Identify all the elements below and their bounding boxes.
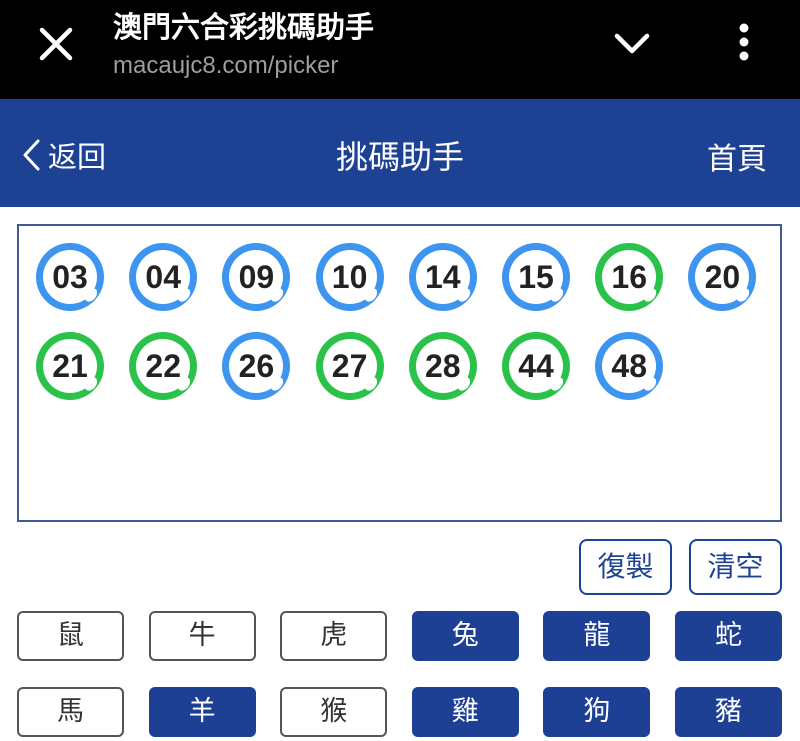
zodiac-button[interactable]: 雞 [411, 687, 519, 737]
zodiac-button[interactable]: 鼠 [17, 611, 124, 661]
number-ball[interactable]: 03 [36, 243, 104, 311]
number-ball[interactable]: 16 [595, 243, 664, 311]
number-ball[interactable]: 10 [315, 243, 384, 311]
number-ball[interactable]: 21 [36, 332, 104, 400]
more-options-icon[interactable] [724, 18, 764, 68]
zodiac-button[interactable]: 馬 [17, 687, 124, 737]
number-ball[interactable]: 14 [408, 243, 477, 311]
home-link[interactable]: 首頁 [707, 134, 767, 178]
picked-numbers-panel: 03 04 09 10 14 15 16 20 21 22 26 27 28 44 48 [17, 224, 782, 522]
browser-page-title: 澳門六合彩挑碼助手 [113, 10, 375, 44]
copy-button[interactable]: 復製 [579, 539, 672, 595]
number-ball[interactable]: 27 [315, 332, 384, 400]
zodiac-button[interactable]: 虎 [280, 611, 388, 661]
zodiac-button[interactable]: 龍 [543, 611, 651, 661]
number-ball[interactable]: 20 [688, 243, 757, 311]
ball-number: 26 [238, 348, 275, 384]
app-header: 返回 挑碼助手 首頁 [0, 99, 800, 207]
number-ball[interactable]: 48 [595, 332, 664, 400]
ball-number: 14 [425, 259, 461, 295]
number-ball[interactable]: 28 [408, 332, 477, 400]
ball-number: 03 [52, 259, 88, 295]
browser-url[interactable]: macaujc8.com/picker [113, 52, 338, 80]
zodiac-button[interactable]: 牛 [148, 611, 256, 661]
browser-toolbar: 澳門六合彩挑碼助手 macaujc8.com/picker [0, 0, 800, 99]
page-title: 挑碼助手 [335, 138, 464, 176]
number-ball[interactable]: 15 [502, 243, 570, 311]
zodiac-button[interactable]: 狗 [543, 687, 651, 737]
ball-number: 21 [52, 348, 88, 384]
ball-number: 04 [145, 259, 181, 295]
ball-number: 20 [704, 259, 741, 295]
ball-number: 22 [145, 348, 181, 384]
ball-number: 44 [518, 348, 554, 384]
number-ball[interactable]: 44 [502, 332, 570, 400]
ball-number: 28 [425, 348, 461, 384]
chevron-down-icon[interactable] [607, 22, 657, 66]
zodiac-button[interactable]: 蛇 [675, 611, 782, 661]
ball-number: 09 [238, 259, 275, 295]
close-icon[interactable] [34, 22, 78, 66]
number-ball[interactable]: 26 [222, 332, 291, 400]
number-ball[interactable]: 22 [129, 332, 198, 400]
ball-number: 10 [331, 259, 368, 295]
ball-number: 15 [518, 259, 554, 295]
zodiac-button[interactable]: 羊 [148, 687, 256, 737]
zodiac-button[interactable]: 豬 [675, 687, 782, 737]
zodiac-button[interactable]: 猴 [280, 687, 388, 737]
zodiac-button[interactable]: 兔 [411, 611, 519, 661]
ball-number: 27 [331, 348, 368, 384]
ball-number: 48 [611, 348, 647, 384]
number-ball[interactable]: 04 [129, 243, 198, 311]
number-ball[interactable]: 09 [222, 243, 291, 311]
ball-number: 16 [611, 259, 647, 295]
clear-button[interactable]: 清空 [689, 539, 782, 595]
